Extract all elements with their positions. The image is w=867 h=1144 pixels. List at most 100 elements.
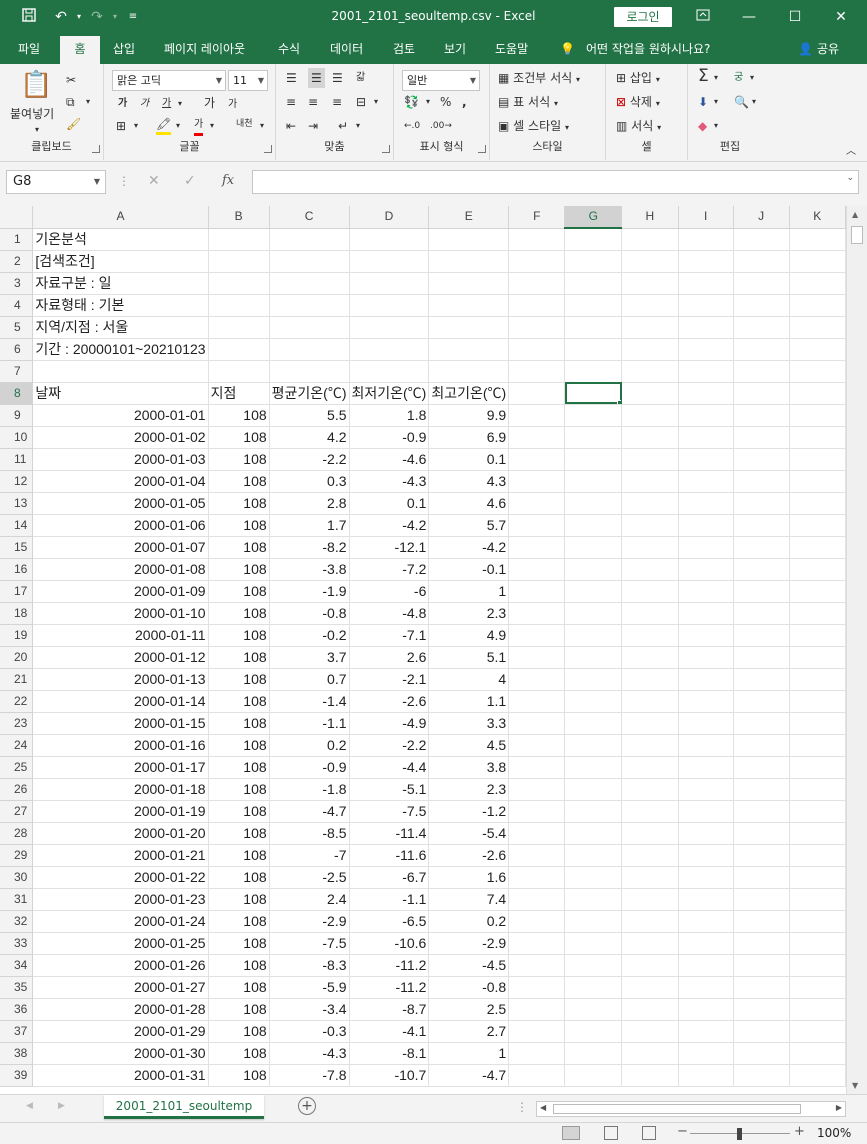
cell-d3[interactable] bbox=[349, 272, 430, 295]
cell-j36[interactable] bbox=[733, 998, 790, 1021]
cell-b18[interactable]: 108 bbox=[208, 602, 270, 625]
alignment-launcher-icon[interactable] bbox=[382, 145, 390, 153]
column-header-d[interactable]: D bbox=[349, 206, 430, 229]
cell-h29[interactable] bbox=[621, 844, 679, 867]
scroll-right-icon[interactable]: ▶ bbox=[836, 1103, 842, 1112]
sort-filter-icon[interactable]: 궁 bbox=[734, 70, 743, 86]
cell-c6[interactable] bbox=[269, 338, 350, 361]
cell-e9[interactable]: 9.9 bbox=[428, 404, 510, 427]
cell-f31[interactable] bbox=[508, 888, 566, 911]
row-header[interactable]: 38 bbox=[0, 1042, 34, 1065]
cell-styles-button[interactable]: ▣ 셀 스타일 ▾ bbox=[498, 118, 569, 136]
cell-d37[interactable]: -4.1 bbox=[349, 1020, 430, 1043]
cell-f38[interactable] bbox=[508, 1042, 566, 1065]
cell-d32[interactable]: -6.5 bbox=[349, 910, 430, 933]
cell-k36[interactable] bbox=[789, 998, 846, 1021]
cell-i22[interactable] bbox=[678, 690, 734, 713]
cell-j2[interactable] bbox=[733, 250, 790, 273]
fill-color-dropdown-icon[interactable]: ▾ bbox=[176, 118, 180, 134]
row-header[interactable]: 11 bbox=[0, 448, 34, 471]
cell-i13[interactable] bbox=[678, 492, 734, 515]
cell-c10[interactable]: 4.2 bbox=[269, 426, 350, 449]
cell-h24[interactable] bbox=[621, 734, 679, 757]
cell-g10[interactable] bbox=[564, 426, 623, 449]
cell-e7[interactable] bbox=[428, 360, 510, 383]
cell-j7[interactable] bbox=[733, 360, 790, 383]
cell-a5[interactable]: 지역/지점 : 서울 bbox=[32, 316, 209, 339]
cell-j23[interactable] bbox=[733, 712, 790, 735]
cell-k22[interactable] bbox=[789, 690, 846, 713]
cell-j11[interactable] bbox=[733, 448, 790, 471]
clipboard-launcher-icon[interactable] bbox=[92, 145, 100, 153]
cell-e14[interactable]: 5.7 bbox=[428, 514, 510, 537]
cell-h14[interactable] bbox=[621, 514, 679, 537]
cell-f11[interactable] bbox=[508, 448, 566, 471]
row-header[interactable]: 18 bbox=[0, 602, 34, 625]
cell-f33[interactable] bbox=[508, 932, 566, 955]
cell-i1[interactable] bbox=[678, 228, 734, 251]
row-header[interactable]: 14 bbox=[0, 514, 34, 537]
cell-i19[interactable] bbox=[678, 624, 734, 647]
phonetic-dropdown-icon[interactable]: ▾ bbox=[260, 118, 264, 134]
cell-b16[interactable]: 108 bbox=[208, 558, 270, 581]
cell-c9[interactable]: 5.5 bbox=[269, 404, 350, 427]
cell-j8[interactable] bbox=[733, 382, 790, 405]
cell-b23[interactable]: 108 bbox=[208, 712, 270, 735]
cell-e25[interactable]: 3.8 bbox=[428, 756, 510, 779]
cell-b7[interactable] bbox=[208, 360, 270, 383]
row-header[interactable]: 20 bbox=[0, 646, 34, 669]
cell-a27[interactable]: 2000-01-19 bbox=[32, 800, 209, 823]
name-box[interactable]: G8 ▼ bbox=[6, 170, 106, 194]
percent-style-icon[interactable]: % bbox=[440, 94, 451, 110]
underline-dropdown-icon[interactable]: ▾ bbox=[178, 96, 182, 112]
cell-h22[interactable] bbox=[621, 690, 679, 713]
cell-i38[interactable] bbox=[678, 1042, 734, 1065]
cell-g21[interactable] bbox=[564, 668, 623, 691]
cell-k20[interactable] bbox=[789, 646, 846, 669]
cell-j17[interactable] bbox=[733, 580, 790, 603]
column-header-a[interactable]: A bbox=[32, 206, 209, 229]
cell-b35[interactable]: 108 bbox=[208, 976, 270, 999]
cell-b1[interactable] bbox=[208, 228, 270, 251]
cell-e2[interactable] bbox=[428, 250, 510, 273]
cell-f10[interactable] bbox=[508, 426, 566, 449]
cell-h17[interactable] bbox=[621, 580, 679, 603]
cell-d29[interactable]: -11.6 bbox=[349, 844, 430, 867]
cell-a17[interactable]: 2000-01-09 bbox=[32, 580, 209, 603]
cell-d25[interactable]: -4.4 bbox=[349, 756, 430, 779]
cell-b25[interactable]: 108 bbox=[208, 756, 270, 779]
column-header-i[interactable]: I bbox=[678, 206, 734, 229]
cell-b29[interactable]: 108 bbox=[208, 844, 270, 867]
cell-j38[interactable] bbox=[733, 1042, 790, 1065]
cell-g23[interactable] bbox=[564, 712, 623, 735]
decrease-indent-icon[interactable]: ⇤ bbox=[286, 118, 296, 134]
cell-c16[interactable]: -3.8 bbox=[269, 558, 350, 581]
cell-d39[interactable]: -10.7 bbox=[349, 1064, 430, 1087]
cell-d6[interactable] bbox=[349, 338, 430, 361]
column-header-f[interactable]: F bbox=[508, 206, 566, 229]
font-name-select[interactable]: 맑은 고딕 ▼ bbox=[112, 70, 226, 91]
cell-e28[interactable]: -5.4 bbox=[428, 822, 510, 845]
format-painter-icon[interactable]: 🖌 bbox=[66, 116, 81, 132]
cell-k24[interactable] bbox=[789, 734, 846, 757]
merge-dropdown-icon[interactable]: ▾ bbox=[374, 94, 378, 110]
row-header[interactable]: 19 bbox=[0, 624, 34, 647]
cell-f13[interactable] bbox=[508, 492, 566, 515]
cell-f32[interactable] bbox=[508, 910, 566, 933]
align-center-icon[interactable]: ≡ bbox=[308, 94, 318, 110]
cell-c11[interactable]: -2.2 bbox=[269, 448, 350, 471]
cell-b14[interactable]: 108 bbox=[208, 514, 270, 537]
cell-i16[interactable] bbox=[678, 558, 734, 581]
cell-j13[interactable] bbox=[733, 492, 790, 515]
cell-c38[interactable]: -4.3 bbox=[269, 1042, 350, 1065]
column-header-k[interactable]: K bbox=[789, 206, 846, 229]
cell-e18[interactable]: 2.3 bbox=[428, 602, 510, 625]
cell-f29[interactable] bbox=[508, 844, 566, 867]
cell-f36[interactable] bbox=[508, 998, 566, 1021]
cell-c2[interactable] bbox=[269, 250, 350, 273]
next-sheet-icon[interactable]: ▶ bbox=[58, 1101, 65, 1111]
cell-b26[interactable]: 108 bbox=[208, 778, 270, 801]
cell-i5[interactable] bbox=[678, 316, 734, 339]
clear-dropdown-icon[interactable]: ▾ bbox=[714, 118, 718, 134]
vertical-scroll-thumb[interactable] bbox=[851, 226, 863, 244]
